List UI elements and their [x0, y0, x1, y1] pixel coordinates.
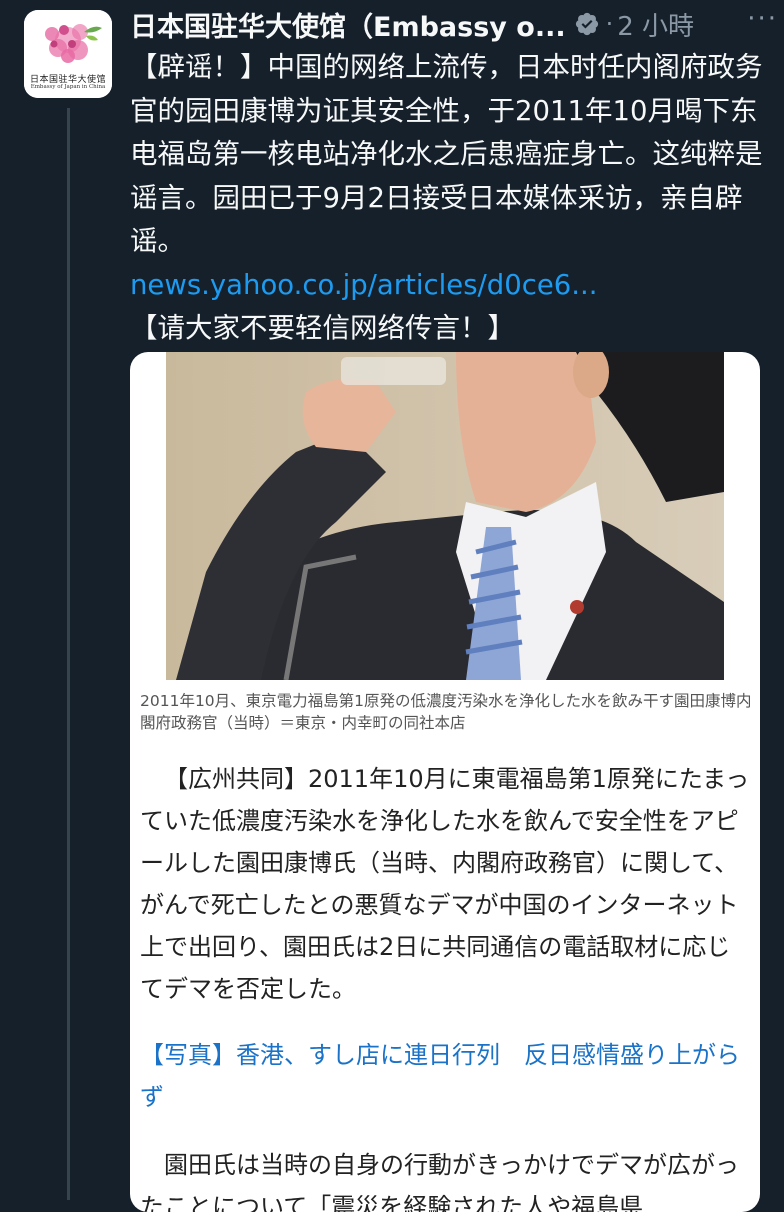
thread-line [67, 108, 70, 1200]
tweet-link[interactable]: news.yahoo.co.jp/articles/d0ce6... [130, 264, 770, 308]
verified-badge-icon [575, 12, 598, 36]
tweet-closing: 【请大家不要轻信网络传言！】 [130, 312, 515, 344]
avatar[interactable]: 日本国驻华大使馆 Embassy of Japan in China [24, 10, 112, 98]
tweet-header: 日本国驻华大使馆（Embassy o... · 2 小時 [130, 4, 770, 44]
article-paragraph: 【広州共同】2011年10月に東電福島第1原発にたまっていた低濃度汚染水を浄化し… [140, 765, 750, 1003]
related-article-link[interactable]: 【写真】香港、すし店に連日行列 反日感情盛り上がらず [140, 1034, 752, 1118]
tweet-text: 【辟谣！】中国的网络上流传，日本时任内阁府政务官的园田康博为证其安全性，于201… [130, 51, 763, 257]
time-separator: · [605, 10, 614, 38]
photo-caption: 2011年10月、東京電力福島第1原発の低濃度汚染水を浄化した水を飲み干す園田康… [140, 692, 752, 732]
article-photo [166, 352, 724, 680]
more-options-icon[interactable]: ··· [747, 4, 778, 34]
timestamp[interactable]: 2 小時 [617, 6, 694, 43]
avatar-caption-en: Embassy of Japan in China [30, 84, 106, 90]
tweet-body: 【辟谣！】中国的网络上流传，日本时任内阁府政务官的园田康博为证其安全性，于201… [130, 46, 770, 351]
display-name[interactable]: 日本国驻华大使馆（Embassy o... [130, 5, 566, 44]
man-drinking-water-photo [166, 352, 724, 680]
article-paragraph: 園田氏は当時の自身の行動がきっかけでデマが広がったことについて「震災を経験された… [140, 1151, 740, 1212]
article-body: 【広州共同】2011年10月に東電福島第1原発にたまっていた低濃度汚染水を浄化し… [140, 758, 752, 1212]
article-screenshot-card[interactable]: 2011年10月、東京電力福島第1原発の低濃度汚染水を浄化した水を飲み干す園田康… [130, 352, 760, 1212]
